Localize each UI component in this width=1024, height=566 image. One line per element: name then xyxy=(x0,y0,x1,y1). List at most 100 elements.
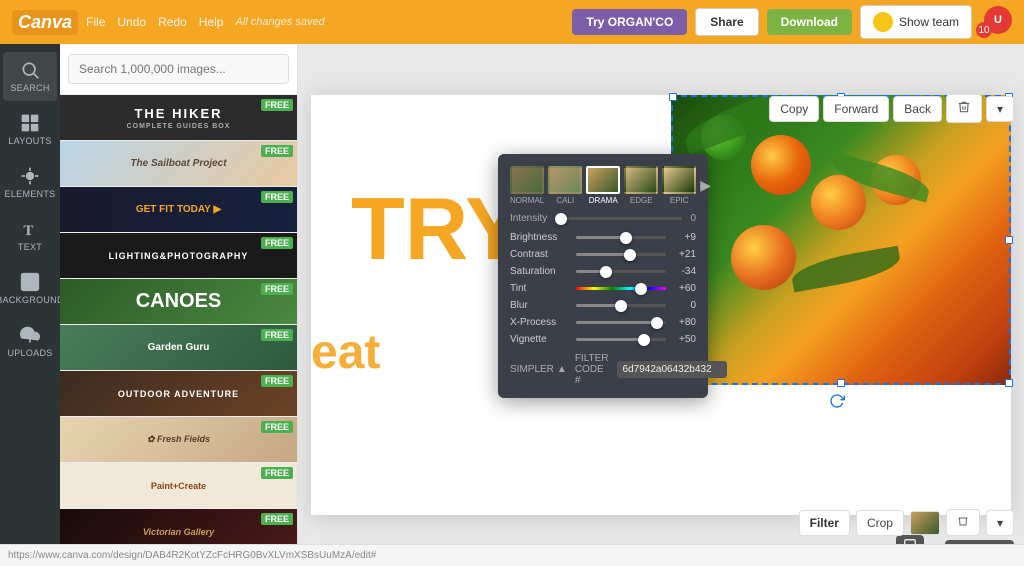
canvas-image[interactable] xyxy=(671,95,1011,385)
filter-option-cali[interactable]: CALI xyxy=(548,166,582,205)
free-badge: FREE xyxy=(261,421,293,433)
saturation-track[interactable] xyxy=(576,270,666,273)
intensity-slider[interactable] xyxy=(555,217,682,220)
blur-track[interactable] xyxy=(576,304,666,307)
free-badge: FREE xyxy=(261,467,293,479)
menu-file[interactable]: File xyxy=(86,15,105,29)
rotate-handle[interactable] xyxy=(829,393,845,414)
crop-button[interactable]: Crop xyxy=(856,510,904,536)
template-item[interactable]: Garden Guru FREE xyxy=(60,325,297,371)
vignette-track[interactable] xyxy=(576,338,666,341)
vignette-value: +50 xyxy=(672,334,696,345)
free-badge: FREE xyxy=(261,145,293,157)
more-image-options-button[interactable]: ▾ xyxy=(986,510,1014,536)
blur-value: 0 xyxy=(672,300,696,311)
free-badge: FREE xyxy=(261,237,293,249)
back-button[interactable]: Back xyxy=(893,96,942,122)
free-badge: FREE xyxy=(261,283,293,295)
template-item[interactable]: THE HIKER COMPLETE GUIDES BOX FREE xyxy=(60,95,297,141)
sidebar-search-label: SEARCH xyxy=(10,83,49,93)
xprocess-label: X-Process xyxy=(510,317,570,328)
contrast-label: Contrast xyxy=(510,249,570,260)
brightness-slider-row: Brightness +9 xyxy=(510,232,696,243)
tint-track[interactable] xyxy=(576,287,666,290)
delete-button[interactable] xyxy=(946,94,982,123)
sidebar-icons: SEARCH LAYOUTS ELEMENTS T TEXT BACKGROUN… xyxy=(0,44,60,566)
image-thumbnail[interactable] xyxy=(910,511,940,535)
download-button[interactable]: Download xyxy=(767,9,852,35)
canvas-subtitle-text: eat xyxy=(311,325,380,380)
canva-logo: Canva xyxy=(12,10,78,35)
template-item[interactable]: OUTDOOR ADVENTURE FREE xyxy=(60,371,297,417)
left-panel: THE HIKER COMPLETE GUIDES BOX FREE The S… xyxy=(60,44,298,566)
brightness-track[interactable] xyxy=(576,236,666,239)
contrast-value: +21 xyxy=(672,249,696,260)
brightness-label: Brightness xyxy=(510,232,570,243)
xprocess-slider-row: X-Process +80 xyxy=(510,317,696,328)
filter-code-label: FILTER CODE # xyxy=(575,353,609,386)
contrast-slider-row: Contrast +21 xyxy=(510,249,696,260)
template-item[interactable]: GET FIT TODAY ▶ FREE xyxy=(60,187,297,233)
show-team-avatar xyxy=(873,12,893,32)
saturation-slider-row: Saturation -34 xyxy=(510,266,696,277)
saturation-label: Saturation xyxy=(510,266,570,277)
sidebar-item-text[interactable]: T TEXT xyxy=(3,211,57,260)
sidebar-uploads-label: UPLOADS xyxy=(7,348,52,358)
sidebar-item-background[interactable]: BACKGROUND xyxy=(3,264,57,313)
sidebar-layouts-label: LAYOUTS xyxy=(8,136,51,146)
filter-option-edge[interactable]: EDGE xyxy=(624,166,658,205)
search-input[interactable] xyxy=(68,54,289,84)
try-organico-button[interactable]: Try ORGAN'CO xyxy=(572,9,687,35)
sidebar-elements-label: ELEMENTS xyxy=(5,189,56,199)
sidebar-item-layouts[interactable]: LAYOUTS xyxy=(3,105,57,154)
action-buttons: Copy Forward Back ▾ xyxy=(769,94,1014,123)
template-item[interactable]: CANOES FREE xyxy=(60,279,297,325)
show-team-button[interactable]: Show team xyxy=(860,5,972,39)
intensity-row: Intensity 0 xyxy=(510,213,696,224)
filter-code-input[interactable] xyxy=(617,361,727,378)
menu-undo[interactable]: Undo xyxy=(117,15,146,29)
share-button[interactable]: Share xyxy=(695,8,758,36)
tint-label: Tint xyxy=(510,283,570,294)
filter-option-drama[interactable]: DRAMA xyxy=(586,166,620,205)
notification-badge: 10 xyxy=(976,22,992,38)
delete-image-button[interactable] xyxy=(946,509,980,536)
contrast-track[interactable] xyxy=(576,253,666,256)
intensity-value: 0 xyxy=(690,213,696,224)
filter-option-epic[interactable]: EPIC xyxy=(662,166,696,205)
sidebar-background-label: BACKGROUND xyxy=(0,295,64,305)
filter-option-normal[interactable]: NORMAL xyxy=(510,166,544,205)
menu-help[interactable]: Help xyxy=(199,15,224,29)
template-list: THE HIKER COMPLETE GUIDES BOX FREE The S… xyxy=(60,95,297,566)
template-item[interactable]: ✿ Fresh Fields FREE xyxy=(60,417,297,463)
free-badge: FREE xyxy=(261,513,293,525)
template-item[interactable]: Paint+Create FREE xyxy=(60,463,297,509)
tint-slider-row: Tint +60 xyxy=(510,283,696,294)
filter-panel: NORMAL CALI DRAMA EDGE EPIC xyxy=(498,154,708,398)
sidebar-item-elements[interactable]: ELEMENTS xyxy=(3,158,57,207)
saturation-value: -34 xyxy=(672,266,696,277)
copy-button[interactable]: Copy xyxy=(769,96,819,122)
template-item[interactable]: The Sailboat Project FREE xyxy=(60,141,297,187)
status-url: https://www.canva.com/design/DAB4R2KotYZ… xyxy=(8,550,1016,561)
free-badge: FREE xyxy=(261,99,293,111)
filter-thumbnails: NORMAL CALI DRAMA EDGE EPIC xyxy=(510,166,696,205)
blur-slider-row: Blur 0 xyxy=(510,300,696,311)
filter-button[interactable]: Filter xyxy=(799,510,850,536)
simpler-button[interactable]: SIMPLER ▲ xyxy=(510,364,567,375)
save-status: All changes saved xyxy=(235,16,324,28)
statusbar: https://www.canva.com/design/DAB4R2KotYZ… xyxy=(0,544,1024,566)
more-options-button[interactable]: ▾ xyxy=(986,96,1014,122)
menu-bar: File Undo Redo Help xyxy=(86,15,223,29)
intensity-label: Intensity xyxy=(510,213,547,224)
free-badge: FREE xyxy=(261,191,293,203)
template-item[interactable]: LIGHTING&PHOTOGRAPHY FREE xyxy=(60,233,297,279)
sidebar-item-search[interactable]: SEARCH xyxy=(3,52,57,101)
sidebar-item-uploads[interactable]: UPLOADS xyxy=(3,317,57,366)
menu-redo[interactable]: Redo xyxy=(158,15,187,29)
vignette-slider-row: Vignette +50 xyxy=(510,334,696,345)
svg-text:T: T xyxy=(23,223,33,239)
xprocess-track[interactable] xyxy=(576,321,666,324)
filter-nav-arrow[interactable]: ▶ xyxy=(700,177,711,194)
forward-button[interactable]: Forward xyxy=(823,96,889,122)
